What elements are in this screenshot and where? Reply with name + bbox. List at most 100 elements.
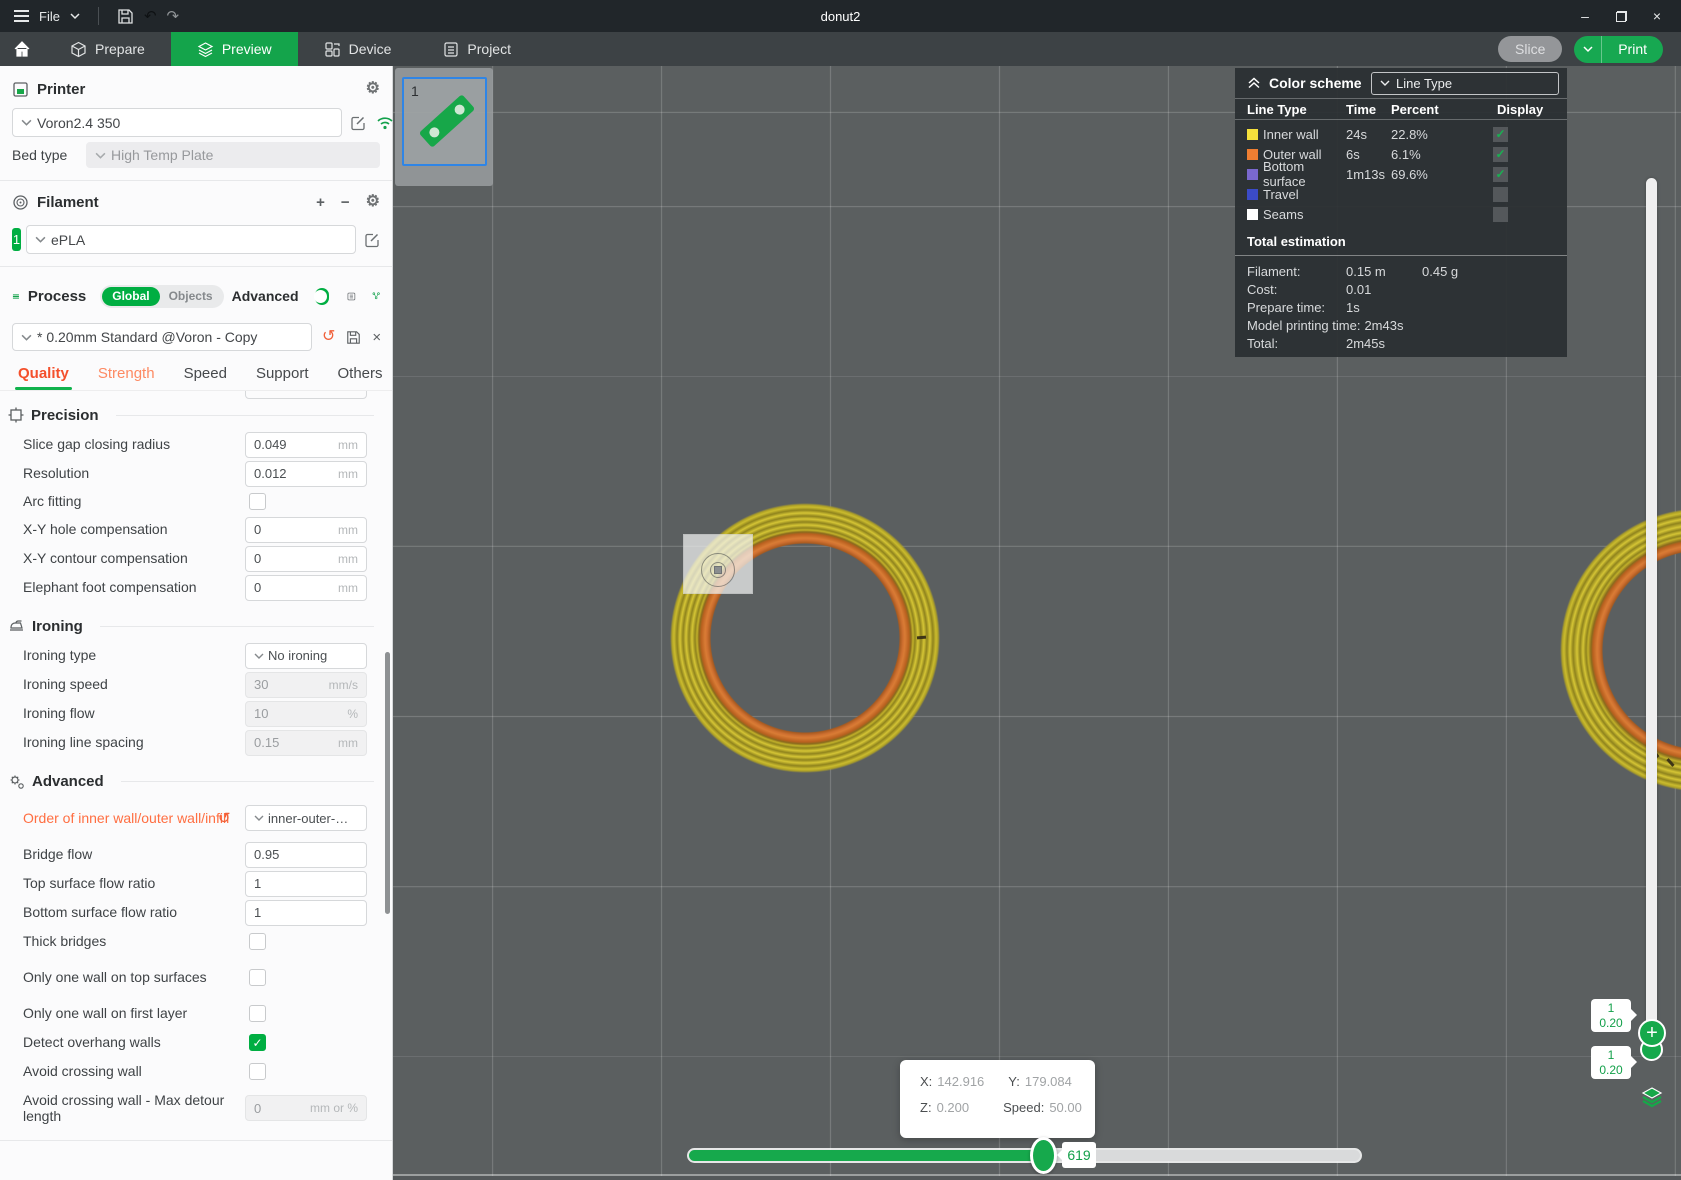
slider-thumb[interactable] [1030,1137,1057,1174]
printer-select[interactable]: Voron2.4 350 [12,108,342,137]
total-row: Cost: 0.01 [1247,281,1372,297]
only-one-wall-first-layer-checkbox[interactable] [249,1005,266,1022]
only-one-wall-top-checkbox[interactable] [249,968,266,986]
hamburger-menu-icon[interactable] [14,10,29,22]
scope-global-button[interactable]: Global [102,286,160,306]
chevron-down-icon[interactable] [70,11,80,21]
layers-icon [197,41,214,57]
xy-hole-compensation-input[interactable]: 0 mm [245,516,367,543]
file-menu[interactable]: File [39,9,60,24]
restore-icon [1615,10,1627,22]
redo-icon[interactable]: ↷ [167,9,180,24]
save-icon[interactable] [117,8,134,25]
display-checkbox[interactable] [1493,186,1508,202]
ironing-flow-input[interactable]: 10% [245,700,367,727]
slice-button[interactable]: Slice [1498,36,1563,62]
color-scheme-select[interactable]: Line Type [1371,71,1559,95]
filament-slot-badge[interactable]: 1 [12,228,21,251]
thick-bridges-checkbox[interactable] [249,932,266,950]
tab-prepare[interactable]: Prepare [44,32,171,66]
slicer-window: File ↶ ↷ donut2 – × Prepare Preview Devi… [0,0,1681,1180]
advanced-section-header: Advanced [0,766,392,796]
tab-support[interactable]: Support [256,365,309,390]
display-checkbox[interactable] [1493,206,1508,222]
total-row: Prepare time: 1s [1247,299,1360,315]
compare-presets-icon[interactable] [372,287,380,305]
minimize-button[interactable]: – [1571,4,1599,28]
precision-section-header: Precision [0,400,392,430]
printer-icon [13,81,28,97]
filament-select[interactable]: ePLA [26,225,356,254]
nav-bar: Prepare Preview Device Project Slice Pri… [0,32,1681,66]
edit-icon[interactable] [364,232,380,248]
edit-icon[interactable] [350,115,366,131]
layer-slider-upper-handle[interactable]: + [1638,1019,1666,1047]
title-bar: File ↶ ↷ donut2 – × [0,0,1681,32]
filament-settings-gear-icon[interactable]: ⚙ [366,194,380,210]
add-filament-button[interactable]: + [316,195,325,210]
wall-order-select[interactable]: inner-outer-… [245,805,367,831]
arc-fitting-checkbox[interactable] [249,493,266,510]
advanced-toggle[interactable] [313,287,329,305]
setting-row: X-Y hole compensation 0 mm [0,515,392,544]
scrolled-input-fragment [245,391,367,399]
tab-speed[interactable]: Speed [184,365,227,390]
resolution-input[interactable]: 0.012 mm [245,460,367,487]
save-preset-icon[interactable] [346,330,361,345]
print-button[interactable]: Print [1602,41,1663,57]
filament-icon [13,194,28,210]
tab-device[interactable]: Device [298,32,418,66]
layer-slider-track[interactable] [1646,178,1657,1047]
reset-setting-icon[interactable]: ↺ [218,809,231,827]
panel-scrollbar[interactable] [385,652,390,914]
close-button[interactable]: × [1643,4,1671,28]
top-surface-flow-ratio-input[interactable]: 1 [245,870,367,897]
wifi-icon[interactable] [376,115,394,130]
xy-contour-compensation-input[interactable]: 0 mm [245,545,367,572]
tab-project[interactable]: Project [417,32,537,66]
printer-settings-gear-icon[interactable]: ⚙ [366,81,380,97]
settings-scroll-area[interactable]: Precision Slice gap closing radius 0.049… [0,390,392,1180]
scope-objects-button[interactable]: Objects [160,289,222,303]
tab-strength[interactable]: Strength [98,365,155,390]
bed-type-select[interactable]: High Temp Plate [86,142,380,168]
slider-fill [689,1150,1043,1161]
bottom-surface-swatch [1247,168,1258,180]
plate-thumbnail-selected[interactable]: 1 [402,77,487,166]
ironing-line-spacing-input[interactable]: 0.15 mm [245,729,367,756]
display-checkbox[interactable]: ✓ [1493,126,1508,142]
remove-filament-button[interactable]: − [341,195,350,210]
display-checkbox[interactable]: ✓ [1493,146,1508,162]
display-checkbox[interactable]: ✓ [1493,166,1508,182]
bridge-flow-input[interactable]: 0.95 [245,841,367,868]
collapse-panel-icon[interactable] [1247,76,1261,90]
elephant-foot-compensation-input[interactable]: 0 mm [245,574,367,601]
layers-view-icon[interactable] [1640,1085,1664,1109]
settings-sidebar: Printer ⚙ Voron2.4 350 Bed type High Tem… [0,66,407,1180]
preview-3d-viewport[interactable]: 1 Color scheme Line Type Line Type Time … [393,66,1681,1180]
bottom-surface-flow-ratio-input[interactable]: 1 [245,899,367,926]
delete-preset-icon[interactable]: × [372,330,381,345]
process-scope-segment: Global Objects [100,284,224,308]
gcode-move-slider[interactable]: 619 [689,1137,1360,1174]
plate-thumbnail-card[interactable]: 1 [395,68,493,186]
reset-preset-icon[interactable]: ↺ [322,329,335,345]
maximize-button[interactable] [1607,4,1635,28]
ironing-speed-input[interactable]: 30 mm/s [245,671,367,698]
home-button[interactable] [0,32,44,66]
ironing-type-select[interactable]: No ironing [245,642,367,669]
avoid-crossing-wall-checkbox[interactable] [249,1063,266,1080]
color-scheme-panel: Color scheme Line Type Line Type Time Pe… [1235,68,1567,357]
slice-gap-closing-radius-input[interactable]: 0.049 mm [245,431,367,458]
undo-icon[interactable]: ↶ [144,9,157,24]
area-below-plate [393,1176,1681,1180]
parameter-list-icon[interactable] [347,287,356,306]
tab-preview[interactable]: Preview [170,32,298,66]
detect-overhang-walls-checkbox[interactable]: ✓ [249,1034,266,1051]
tab-others[interactable]: Others [338,365,383,390]
tab-quality[interactable]: Quality [15,365,72,390]
print-dropdown-chevron[interactable] [1574,35,1603,63]
max-detour-length-input[interactable]: 0 mm or % [245,1095,367,1121]
total-row: Total: 2m45s [1247,335,1386,351]
process-preset-select[interactable]: * 0.20mm Standard @Voron - Copy [12,323,312,351]
